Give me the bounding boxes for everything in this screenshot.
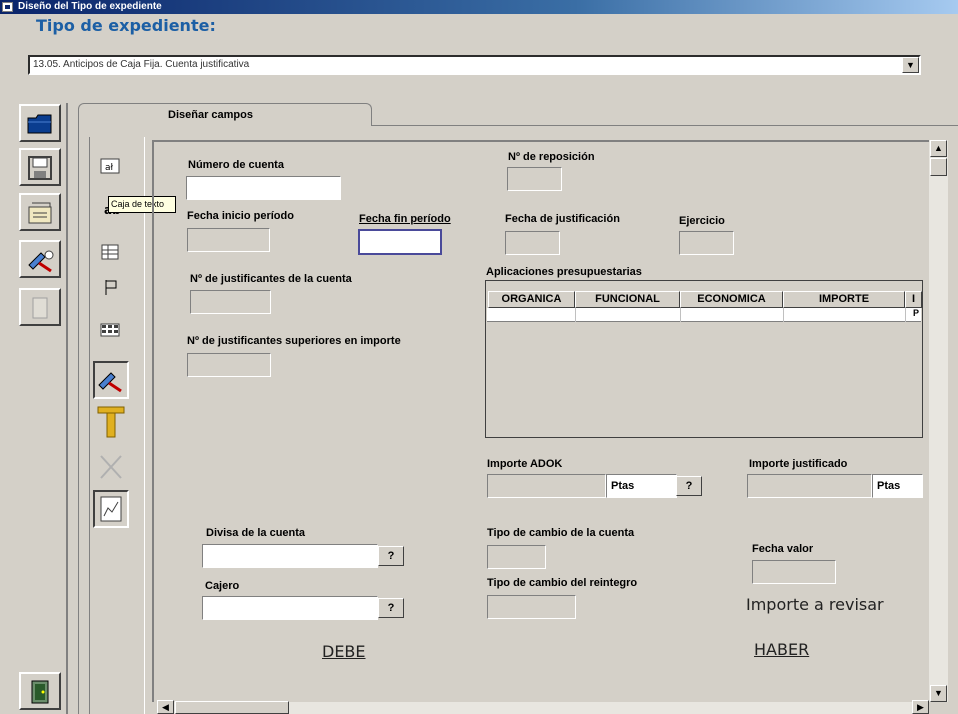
t-square-icon — [97, 406, 125, 438]
palette-label-tool[interactable]: ał — [95, 151, 125, 181]
palette-chart-tool[interactable] — [93, 490, 129, 528]
cajero-label: Cajero — [205, 580, 240, 592]
fecha-inicio-label: Fecha inicio período — [187, 210, 294, 222]
dropdown-arrow-icon[interactable]: ▼ — [902, 57, 919, 73]
ejercicio-label: Ejercicio — [679, 215, 725, 227]
tab-label: Diseñar campos — [168, 109, 253, 121]
folder-icon — [27, 114, 52, 134]
palette-delete-tool[interactable] — [93, 448, 129, 486]
type-label: Tipo de expediente: — [36, 16, 216, 35]
blank-page-icon — [32, 297, 48, 319]
scroll-left-arrow-icon[interactable]: ◀ — [157, 700, 174, 714]
exit-door-icon — [31, 680, 49, 704]
cajero-field[interactable] — [202, 596, 378, 620]
fecha-valor-label: Fecha valor — [752, 543, 814, 555]
grid-header-importe[interactable]: IMPORTE — [783, 291, 905, 308]
type-select[interactable]: 13.05. Anticipos de Caja Fija. Cuenta ju… — [28, 55, 921, 75]
app-icon — [2, 2, 13, 12]
flag-icon — [105, 280, 117, 295]
exit-button[interactable] — [19, 672, 61, 710]
importe-adok-currency[interactable]: Ptas — [606, 474, 677, 498]
divisa-cuenta-label: Divisa de la cuenta — [206, 527, 306, 539]
fecha-inicio-field[interactable] — [187, 228, 270, 252]
vertical-scroll-thumb[interactable] — [930, 158, 947, 176]
grid-cell-divider — [680, 308, 681, 322]
drafting-tools-icon — [28, 250, 54, 273]
matrix-icon — [100, 323, 120, 337]
horizontal-scroll-thumb[interactable] — [175, 701, 289, 714]
num-justificantes-sup-field[interactable] — [187, 353, 271, 377]
palette-flag-tool[interactable] — [95, 272, 125, 302]
numero-cuenta-label: Número de cuenta — [188, 159, 284, 171]
open-records-button[interactable] — [19, 193, 61, 231]
aplicaciones-label: Aplicaciones presupuestarias — [486, 266, 642, 278]
grid-header-extra[interactable]: I — [905, 291, 922, 308]
table-tool-icon — [101, 244, 119, 260]
importe-adok-field[interactable] — [487, 474, 606, 498]
numero-cuenta-field[interactable] — [186, 176, 341, 200]
fecha-fin-label: Fecha fin período — [359, 213, 451, 225]
haber-label: HABER — [754, 640, 810, 659]
importe-justificado-field[interactable] — [747, 474, 872, 498]
vertical-scrollbar[interactable] — [929, 140, 948, 702]
num-justificantes-field[interactable] — [190, 290, 271, 314]
tipo-cambio-reintegro-label: Tipo de cambio del reintegro — [487, 577, 638, 589]
open-folder-button[interactable] — [19, 104, 61, 142]
disabled-tool-button[interactable] — [19, 288, 61, 326]
tab-frame-edge — [66, 103, 68, 714]
tab-divider — [372, 125, 958, 126]
chart-paper-icon — [100, 496, 122, 522]
tab-frame-left — [78, 125, 79, 714]
palette-tshape-tool[interactable] — [93, 401, 129, 439]
tipo-cambio-cuenta-label: Tipo de cambio de la cuenta — [487, 527, 635, 539]
delete-x-icon — [100, 455, 122, 479]
numero-reposicion-label: Nº de reposición — [508, 151, 595, 163]
scroll-up-arrow-icon[interactable]: ▲ — [930, 140, 947, 157]
window-title-bar: Diseño del Tipo de expediente — [0, 0, 958, 14]
num-justificantes-label: Nº de justificantes de la cuenta — [190, 273, 352, 285]
grid-header-funcional[interactable]: FUNCIONAL — [575, 291, 680, 308]
svg-text:ał: ał — [105, 163, 114, 173]
grid-header-economica[interactable]: ECONOMICA — [680, 291, 783, 308]
importe-adok-help-button[interactable]: ? — [676, 476, 702, 496]
scroll-down-arrow-icon[interactable]: ▼ — [930, 685, 947, 702]
tipo-cambio-reintegro-field[interactable] — [487, 595, 576, 619]
scroll-right-arrow-icon[interactable]: ▶ — [912, 700, 929, 714]
grid-cell-divider — [783, 308, 784, 322]
palette-grid-tool[interactable] — [95, 237, 125, 267]
window-title: Diseño del Tipo de expediente — [18, 1, 162, 12]
importe-justificado-label: Importe justificado — [749, 458, 848, 470]
palette-matrix-tool[interactable] — [95, 315, 125, 345]
drafting-pointer-icon — [98, 372, 122, 393]
fecha-fin-field[interactable] — [358, 229, 442, 255]
open-folder-icon — [28, 202, 52, 224]
grid-header-organica[interactable]: ORGANICA — [488, 291, 575, 308]
grid-cell-divider — [575, 308, 576, 322]
save-button[interactable] — [19, 148, 61, 186]
divisa-help-button[interactable]: ? — [378, 546, 404, 566]
ejercicio-field[interactable] — [679, 231, 734, 255]
debe-label: DEBE — [322, 642, 366, 661]
grid-cell-divider — [905, 308, 906, 322]
tipo-cambio-cuenta-field[interactable] — [487, 545, 546, 569]
fecha-valor-field[interactable] — [752, 560, 836, 584]
importe-revisar-label: Importe a revisar — [746, 595, 884, 614]
grid-row[interactable] — [487, 308, 921, 322]
fecha-justificacion-label: Fecha de justificación — [505, 213, 620, 225]
palette-pointer-tool[interactable] — [93, 361, 129, 399]
divisa-cuenta-field[interactable] — [202, 544, 378, 568]
label-tool-icon: ał — [100, 158, 120, 174]
numero-reposicion-field[interactable] — [507, 167, 562, 191]
fecha-justificacion-field[interactable] — [505, 231, 560, 255]
grid-row-marker: P — [913, 308, 920, 318]
design-tools-button[interactable] — [19, 240, 61, 278]
importe-justificado-currency[interactable]: Ptas — [872, 474, 923, 498]
floppy-disk-icon — [28, 156, 52, 180]
cajero-help-button[interactable]: ? — [378, 598, 404, 618]
aplicaciones-grid[interactable]: ORGANICA FUNCIONAL ECONOMICA IMPORTE I P — [485, 280, 923, 438]
importe-adok-label: Importe ADOK — [487, 458, 563, 470]
num-justificantes-sup-label: Nº de justificantes superiores en import… — [187, 335, 401, 347]
